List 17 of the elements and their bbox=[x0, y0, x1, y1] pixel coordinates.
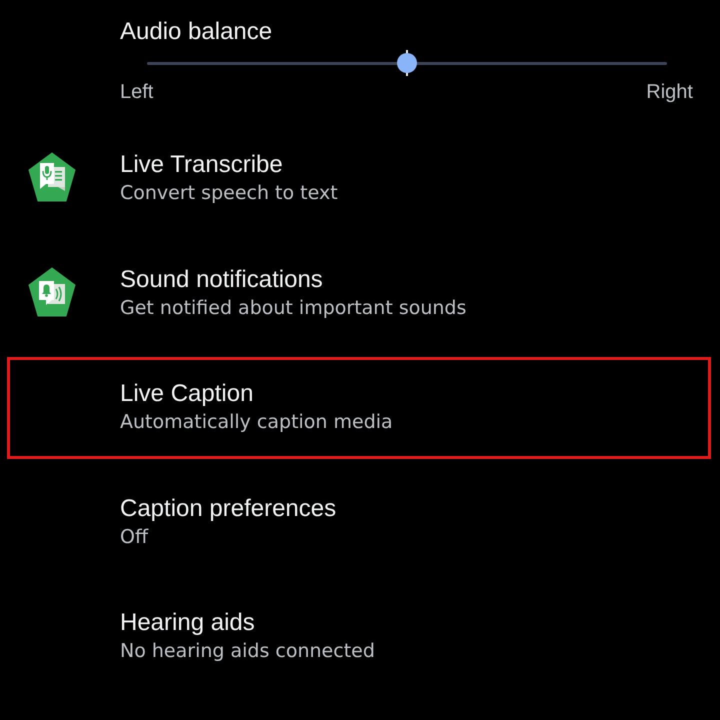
setting-summary: Convert speech to text bbox=[120, 181, 338, 206]
setting-title[interactable]: Live Caption bbox=[120, 379, 254, 410]
bell-sound-icon bbox=[28, 266, 76, 317]
right-label: Right bbox=[646, 80, 693, 105]
setting-title[interactable]: Hearing aids bbox=[120, 608, 255, 638]
setting-title[interactable]: Sound notifications bbox=[120, 264, 323, 295]
setting-summary: No hearing aids connected bbox=[120, 639, 375, 664]
setting-title: Audio balance bbox=[120, 17, 272, 47]
setting-summary: Get notified about important sounds bbox=[120, 296, 466, 321]
setting-summary: Off bbox=[120, 524, 148, 550]
speech-to-text-icon bbox=[28, 152, 76, 202]
balance-slider[interactable] bbox=[147, 50, 667, 76]
setting-title[interactable]: Live Transcribe bbox=[120, 150, 283, 180]
slider-thumb[interactable] bbox=[397, 50, 417, 76]
setting-summary: Automatically caption media bbox=[120, 410, 393, 436]
setting-title[interactable]: Caption preferences bbox=[120, 494, 336, 524]
left-label: Left bbox=[120, 80, 154, 105]
